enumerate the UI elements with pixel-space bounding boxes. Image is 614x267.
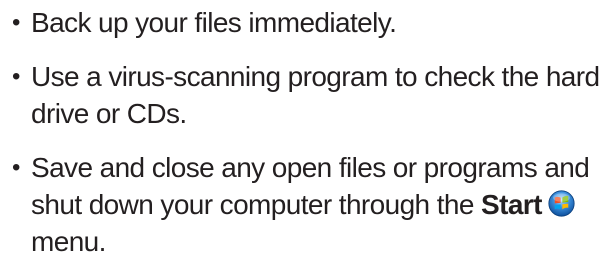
bullet: • — [12, 63, 20, 90]
list-item-backup: • Back up your files immediately. — [12, 4, 612, 41]
windows-start-orb-icon — [548, 190, 575, 217]
tips-list: • Back up your files immediately. • Use … — [12, 0, 612, 260]
bullet: • — [12, 9, 20, 36]
list-item-text: Use a virus-scanning program to check th… — [31, 61, 600, 129]
start-label: Start — [481, 189, 542, 220]
list-item-virus-scan: • Use a virus-scanning program to check … — [12, 58, 612, 132]
list-item-text-end: menu. — [31, 226, 106, 257]
bullet: • — [12, 154, 20, 181]
list-item-text: Back up your files immediately. — [31, 7, 397, 38]
list-item-shutdown: • Save and close any open files or progr… — [12, 149, 612, 260]
